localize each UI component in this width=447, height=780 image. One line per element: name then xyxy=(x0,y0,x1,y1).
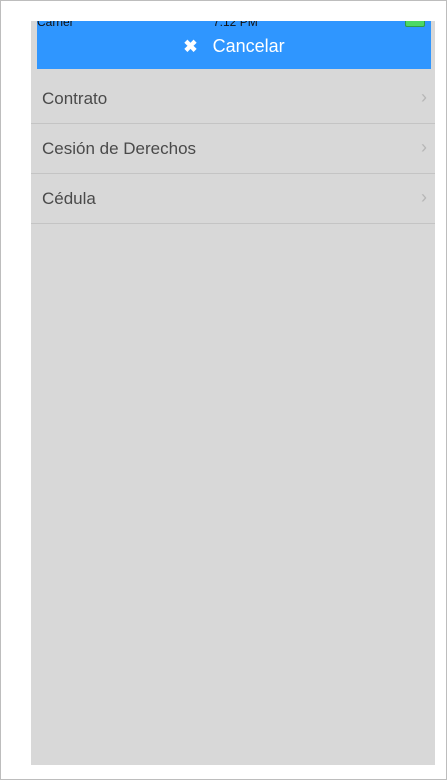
chevron-right-icon: › xyxy=(421,187,427,207)
app-screen: Carrier 7:12 PM ✖ Cancelar Contrato › Ce… xyxy=(31,21,435,765)
list-item-cedula[interactable]: Cédula › xyxy=(31,174,435,224)
status-time: 7:12 PM xyxy=(213,21,258,29)
cancel-button[interactable]: ✖ Cancelar xyxy=(37,35,431,58)
cancel-label: Cancelar xyxy=(212,36,285,56)
list-item-label: Contrato xyxy=(42,89,108,108)
chevron-right-icon: › xyxy=(421,137,427,157)
list-item-contrato[interactable]: Contrato › xyxy=(31,74,435,124)
battery-icon xyxy=(405,21,425,27)
list-item-cesion-de-derechos[interactable]: Cesión de Derechos › xyxy=(31,124,435,174)
document-list: Contrato › Cesión de Derechos › Cédula › xyxy=(31,74,435,224)
status-bar: Carrier 7:12 PM xyxy=(37,21,431,29)
screenshot-frame: Carrier 7:12 PM ✖ Cancelar Contrato › Ce… xyxy=(0,0,447,780)
list-item-label: Cédula xyxy=(42,189,96,208)
carrier-label: Carrier xyxy=(37,21,74,29)
list-item-label: Cesión de Derechos xyxy=(42,139,197,158)
top-bar: Carrier 7:12 PM ✖ Cancelar xyxy=(37,21,431,69)
close-icon: ✖ xyxy=(183,37,198,56)
chevron-right-icon: › xyxy=(421,87,427,107)
